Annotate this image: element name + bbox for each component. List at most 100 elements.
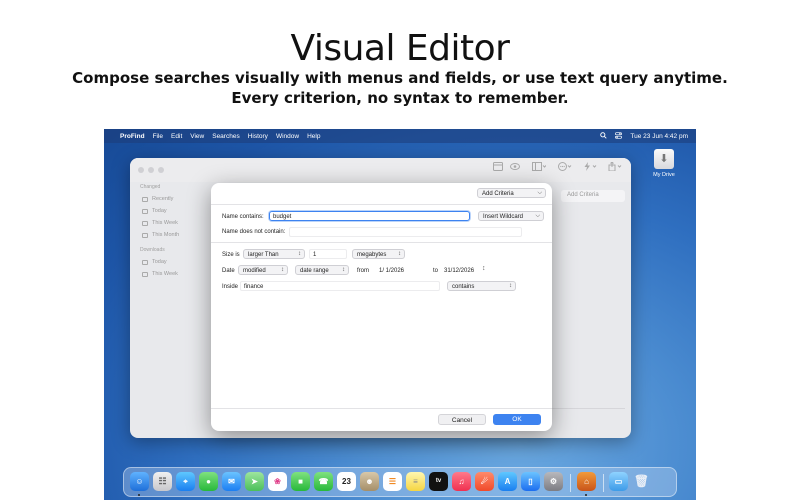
insert-wildcard-popup[interactable]: Insert Wildcard ⌵ [478, 211, 544, 221]
inside-operator-label: contains [452, 284, 475, 290]
lightning-icon[interactable] [583, 162, 597, 172]
news-icon[interactable]: ☄ [475, 472, 494, 491]
calendar-icon [142, 196, 148, 202]
menu-searches[interactable]: Searches [212, 133, 239, 140]
sidebar-item-label: This Week [152, 220, 178, 226]
contacts-icon[interactable]: ☻ [360, 472, 379, 491]
name-not-contain-label: Name does not contain: [222, 229, 286, 235]
size-value-input[interactable]: 1 [309, 249, 347, 259]
close-button[interactable] [138, 167, 144, 173]
music-icon[interactable]: ♫ [452, 472, 471, 491]
inside-input[interactable]: finance [240, 281, 440, 291]
sidebar-item-recently[interactable]: Recently [142, 196, 216, 202]
maps-icon[interactable]: ➤ [245, 472, 264, 491]
sidebar-item-downloads-today[interactable]: Today [142, 259, 216, 265]
menu-help[interactable]: Help [307, 133, 320, 140]
trash-icon[interactable]: 🗑 [632, 472, 651, 491]
spotlight-search-icon[interactable] [600, 131, 608, 141]
preview-icon[interactable] [493, 162, 503, 172]
profind-app-icon[interactable]: ⌂ [577, 472, 596, 491]
name-not-contain-input[interactable] [289, 227, 522, 237]
sidebar-item-this-week[interactable]: This Week [142, 220, 216, 226]
window-toolbar [130, 158, 631, 182]
zoom-button[interactable] [158, 167, 164, 173]
tv-label: tv [435, 478, 442, 484]
mail-icon[interactable]: ✉ [222, 472, 241, 491]
downloads-folder-icon[interactable]: ▭ [609, 472, 628, 491]
phone-icon[interactable]: ☎ [314, 472, 333, 491]
finder-icon[interactable]: ☺ [130, 472, 149, 491]
files-icon[interactable]: ▯ [521, 472, 540, 491]
divider [211, 204, 552, 205]
sidebar-item-label: Today [152, 208, 167, 214]
chevron-updown-icon: ↕ [509, 283, 512, 289]
size-operator-label: larger Than [248, 252, 279, 258]
hero-subtitle-line1: Compose searches visually with menus and… [72, 69, 728, 87]
dock-separator [570, 474, 571, 492]
menu-edit[interactable]: Edit [171, 133, 182, 140]
apple-tv-icon[interactable]: tv [429, 472, 448, 491]
cancel-button[interactable]: Cancel [438, 414, 486, 425]
chevron-updown-icon: ↕ [298, 251, 301, 257]
menu-file[interactable]: File [153, 133, 163, 140]
messages-icon[interactable]: ● [199, 472, 218, 491]
calendar-icon [142, 259, 148, 265]
menubar-clock[interactable]: Tue 23 Jun 4:42 pm [630, 133, 688, 140]
drive-download-icon: ⬇ [654, 149, 674, 169]
from-label: from [357, 268, 369, 274]
sidebar-item-downloads-this-week[interactable]: This Week [142, 271, 216, 277]
calendar-icon [142, 208, 148, 214]
hero-title: Visual Editor [290, 28, 510, 69]
app-store-icon[interactable]: A [498, 472, 517, 491]
to-label: to [433, 268, 439, 274]
menu-history[interactable]: History [248, 133, 268, 140]
name-contains-input[interactable]: budget [269, 211, 470, 221]
to-date-field[interactable]: 31/12/2026 [444, 267, 474, 275]
add-criteria-popup-background[interactable]: Add Criteria [561, 190, 625, 202]
calendar-app-icon[interactable]: 23 [337, 472, 356, 491]
size-label: Size is [222, 252, 240, 258]
calendar-icon [142, 220, 148, 226]
calendar-icon [142, 232, 148, 238]
inside-operator-popup[interactable]: contains ↕ [447, 281, 516, 291]
minimize-button[interactable] [148, 167, 154, 173]
more-actions-icon[interactable] [558, 162, 572, 172]
photos-icon[interactable]: ❀ [268, 472, 287, 491]
hero-header: Visual Editor Compose searches visually … [0, 0, 800, 128]
from-date-field[interactable]: 1/ 1/2026 [379, 267, 404, 275]
chevron-updown-icon: ↕ [342, 267, 345, 273]
calendar-icon [142, 271, 148, 277]
mac-desktop: ProFind File Edit View Searches History … [104, 129, 696, 500]
chevron-updown-icon: ↕ [281, 267, 284, 273]
menu-view[interactable]: View [190, 133, 204, 140]
date-mode-popup[interactable]: date range ↕ [295, 265, 349, 275]
ok-button[interactable]: OK [493, 414, 541, 425]
menu-app-name[interactable]: ProFind [120, 133, 145, 140]
notes-icon[interactable]: ≡ [406, 472, 425, 491]
sidebar-item-this-month[interactable]: This Month [142, 232, 216, 238]
sidebar-item-label: Recently [152, 196, 174, 202]
eye-icon[interactable] [510, 162, 520, 172]
system-settings-icon[interactable]: ⚙ [544, 472, 563, 491]
menu-window[interactable]: Window [276, 133, 299, 140]
date-kind-popup[interactable]: modified ↕ [238, 265, 288, 275]
sidebar-item-label: Today [152, 259, 167, 265]
my-drive-desktop-icon[interactable]: ⬇ My Drive [652, 149, 676, 189]
view-options-icon[interactable] [532, 162, 547, 172]
dock-separator [603, 474, 604, 492]
launchpad-icon[interactable]: ☷ [153, 472, 172, 491]
safari-icon[interactable]: ⌖ [176, 472, 195, 491]
sidebar-item-today[interactable]: Today [142, 208, 216, 214]
control-center-icon[interactable] [615, 131, 623, 141]
menu-bar: ProFind File Edit View Searches History … [104, 129, 696, 143]
share-icon[interactable] [608, 161, 622, 172]
facetime-icon[interactable]: ■ [291, 472, 310, 491]
add-criteria-popup[interactable]: Add Criteria ⌵ [477, 188, 546, 198]
visual-editor-dialog: Add Criteria ⌵ Name contains: budget Inse… [211, 183, 552, 431]
divider [211, 408, 552, 409]
date-stepper-icon[interactable]: ↕ [482, 265, 486, 272]
size-operator-popup[interactable]: larger Than ↕ [243, 249, 305, 259]
size-unit-popup[interactable]: megabytes ↕ [352, 249, 405, 259]
reminders-icon[interactable]: ☰ [383, 472, 402, 491]
sidebar-heading-downloads: Downloads [140, 247, 165, 253]
